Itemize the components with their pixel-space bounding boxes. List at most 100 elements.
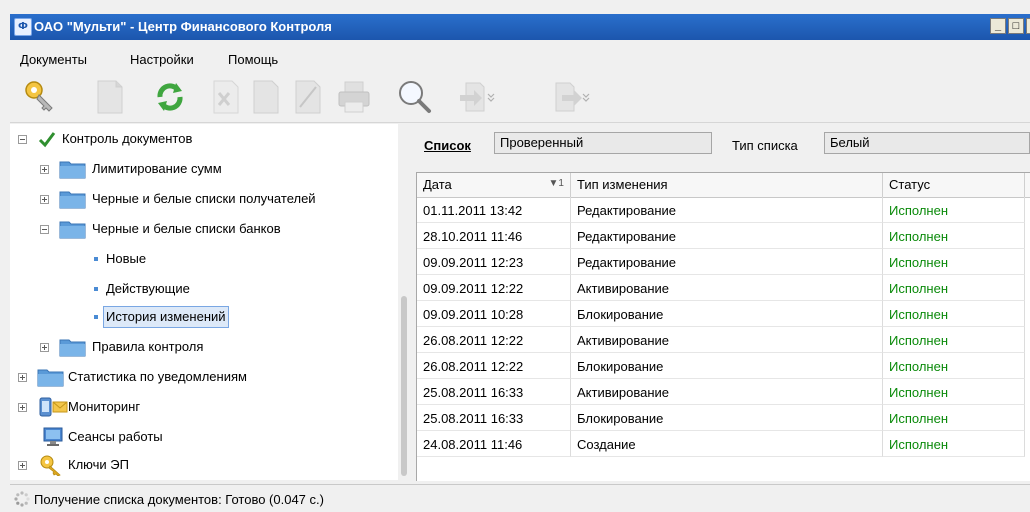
cell-date: 25.08.2011 16:33 — [417, 379, 571, 405]
table-row[interactable]: 28.10.2011 11:46 Редактирование Исполнен — [417, 223, 1030, 249]
menu-settings[interactable]: Настройки — [130, 52, 194, 67]
menu-help[interactable]: Помощь — [228, 52, 278, 67]
tree-item-document-control[interactable]: Контроль документов — [10, 128, 400, 150]
tree-item-change-history[interactable]: История изменений — [10, 304, 400, 330]
column-header-status[interactable]: Статус — [883, 173, 1025, 197]
sign-icon[interactable] — [288, 77, 328, 117]
tree-item-label: Мониторинг — [68, 399, 141, 414]
cell-date: 24.08.2011 11:46 — [417, 431, 571, 457]
tree-item-label: Черные и белые списки получателей — [92, 191, 316, 206]
tree-item-notification-stats[interactable]: Статистика по уведомлениям — [10, 366, 400, 388]
cell-status: Исполнен — [883, 353, 1025, 379]
table-row[interactable]: 25.08.2011 16:33 Блокирование Исполнен — [417, 405, 1030, 431]
folder-icon — [59, 191, 86, 209]
cell-change-type: Блокирование — [571, 405, 883, 431]
history-table: Дата ▼1 Тип изменения Статус 01.11.2011 … — [416, 172, 1030, 481]
maximize-button[interactable]: □ — [1008, 18, 1024, 34]
export-icon[interactable] — [550, 77, 590, 117]
page-icon[interactable] — [246, 77, 286, 117]
tree-item-sum-limits[interactable]: Лимитирование сумм — [10, 158, 400, 180]
cell-date: 25.08.2011 16:33 — [417, 405, 571, 431]
list-field[interactable]: Проверенный — [494, 132, 712, 154]
menu-documents[interactable]: Документы — [20, 52, 87, 67]
table-row[interactable]: 09.09.2011 12:22 Активирование Исполнен — [417, 275, 1030, 301]
status-text: Получение списка документов: Готово (0.0… — [34, 492, 324, 507]
search-icon[interactable] — [394, 77, 434, 117]
tree-item-monitoring[interactable]: Мониторинг — [10, 396, 400, 418]
folder-icon — [59, 161, 86, 179]
tree-item-label: Действующие — [106, 281, 190, 296]
cell-date: 09.09.2011 12:23 — [417, 249, 571, 275]
cell-change-type: Создание — [571, 431, 883, 457]
tree-item-bank-lists[interactable]: Черные и белые списки банков — [10, 218, 400, 240]
folder-icon — [59, 339, 86, 357]
table-row[interactable]: 24.08.2011 11:46 Создание Исполнен — [417, 431, 1030, 457]
tree-item-control-rules[interactable]: Правила контроля — [10, 336, 400, 358]
document-icon[interactable] — [90, 77, 130, 117]
monitor-icon — [39, 397, 68, 417]
column-header-date[interactable]: Дата ▼1 — [417, 173, 571, 197]
sort-indicator: ▼1 — [548, 178, 564, 189]
cell-status: Исполнен — [883, 275, 1025, 301]
key-icon[interactable] — [20, 77, 60, 117]
cell-change-type: Блокирование — [571, 353, 883, 379]
cell-status: Исполнен — [883, 379, 1025, 405]
cell-date: 09.09.2011 10:28 — [417, 301, 571, 327]
list-label[interactable]: Список — [424, 138, 471, 153]
cell-date: 09.09.2011 12:22 — [417, 275, 571, 301]
tree-item-keys[interactable]: Ключи ЭП — [10, 454, 400, 476]
cell-change-type: Активирование — [571, 379, 883, 405]
collapse-icon[interactable] — [18, 135, 27, 144]
expand-icon[interactable] — [18, 403, 27, 412]
delete-icon[interactable] — [206, 77, 246, 117]
table-row[interactable]: 25.08.2011 16:33 Активирование Исполнен — [417, 379, 1030, 405]
refresh-icon[interactable] — [150, 77, 190, 117]
tree-item-label: Сеансы работы — [68, 429, 163, 444]
status-bar: Получение списка документов: Готово (0.0… — [10, 484, 1030, 512]
tree-item-label: Правила контроля — [92, 339, 204, 354]
table-row[interactable]: 09.09.2011 10:28 Блокирование Исполнен — [417, 301, 1030, 327]
table-row[interactable]: 01.11.2011 13:42 Редактирование Исполнен — [417, 197, 1030, 223]
collapse-icon[interactable] — [40, 225, 49, 234]
list-type-label: Тип списка — [732, 138, 798, 153]
expand-icon[interactable] — [18, 461, 27, 470]
cell-date: 28.10.2011 11:46 — [417, 223, 571, 249]
cell-status: Исполнен — [883, 249, 1025, 275]
computer-icon — [43, 427, 63, 446]
folder-icon — [37, 369, 64, 387]
expand-icon[interactable] — [40, 165, 49, 174]
tree-item-label: Новые — [106, 251, 147, 266]
table-row[interactable]: 09.09.2011 12:23 Редактирование Исполнен — [417, 249, 1030, 275]
menu-bar: Документы Настройки Помощь — [10, 46, 1030, 70]
bullet-icon — [94, 287, 98, 291]
cell-status: Исполнен — [883, 223, 1025, 249]
tree-item-recipient-lists[interactable]: Черные и белые списки получателей — [10, 188, 400, 210]
expand-icon[interactable] — [40, 343, 49, 352]
tree-scrollbar-thumb[interactable] — [401, 296, 407, 476]
window-title: ОАО "Мульти" - Центр Финансового Контрол… — [34, 19, 332, 34]
column-header-change-type[interactable]: Тип изменения — [571, 173, 883, 197]
import-icon[interactable] — [456, 77, 496, 117]
tree-item-new[interactable]: Новые — [10, 248, 400, 270]
tree-item-active[interactable]: Действующие — [10, 278, 400, 300]
tree-item-label: Контроль документов — [62, 131, 193, 146]
close-button[interactable]: × — [1026, 18, 1030, 34]
print-icon[interactable] — [334, 77, 374, 117]
tree-item-label: Статистика по уведомлениям — [68, 369, 247, 384]
table-header: Дата ▼1 Тип изменения Статус — [417, 173, 1030, 198]
table-row[interactable]: 26.08.2011 12:22 Блокирование Исполнен — [417, 353, 1030, 379]
tree-item-label: Лимитирование сумм — [92, 161, 222, 176]
key-icon — [40, 455, 61, 476]
app-window: Ф ОАО "Мульти" - Центр Финансового Контр… — [0, 0, 1030, 512]
cell-date: 26.08.2011 12:22 — [417, 353, 571, 379]
tree-item-label: История изменений — [103, 306, 229, 328]
bullet-icon — [94, 257, 98, 261]
tree-item-sessions[interactable]: Сеансы работы — [10, 426, 400, 448]
expand-icon[interactable] — [40, 195, 49, 204]
expand-icon[interactable] — [18, 373, 27, 382]
cell-status: Исполнен — [883, 301, 1025, 327]
list-type-field[interactable]: Белый — [824, 132, 1030, 154]
cell-change-type: Активирование — [571, 327, 883, 353]
table-row[interactable]: 26.08.2011 12:22 Активирование Исполнен — [417, 327, 1030, 353]
minimize-button[interactable]: _ — [990, 18, 1006, 34]
